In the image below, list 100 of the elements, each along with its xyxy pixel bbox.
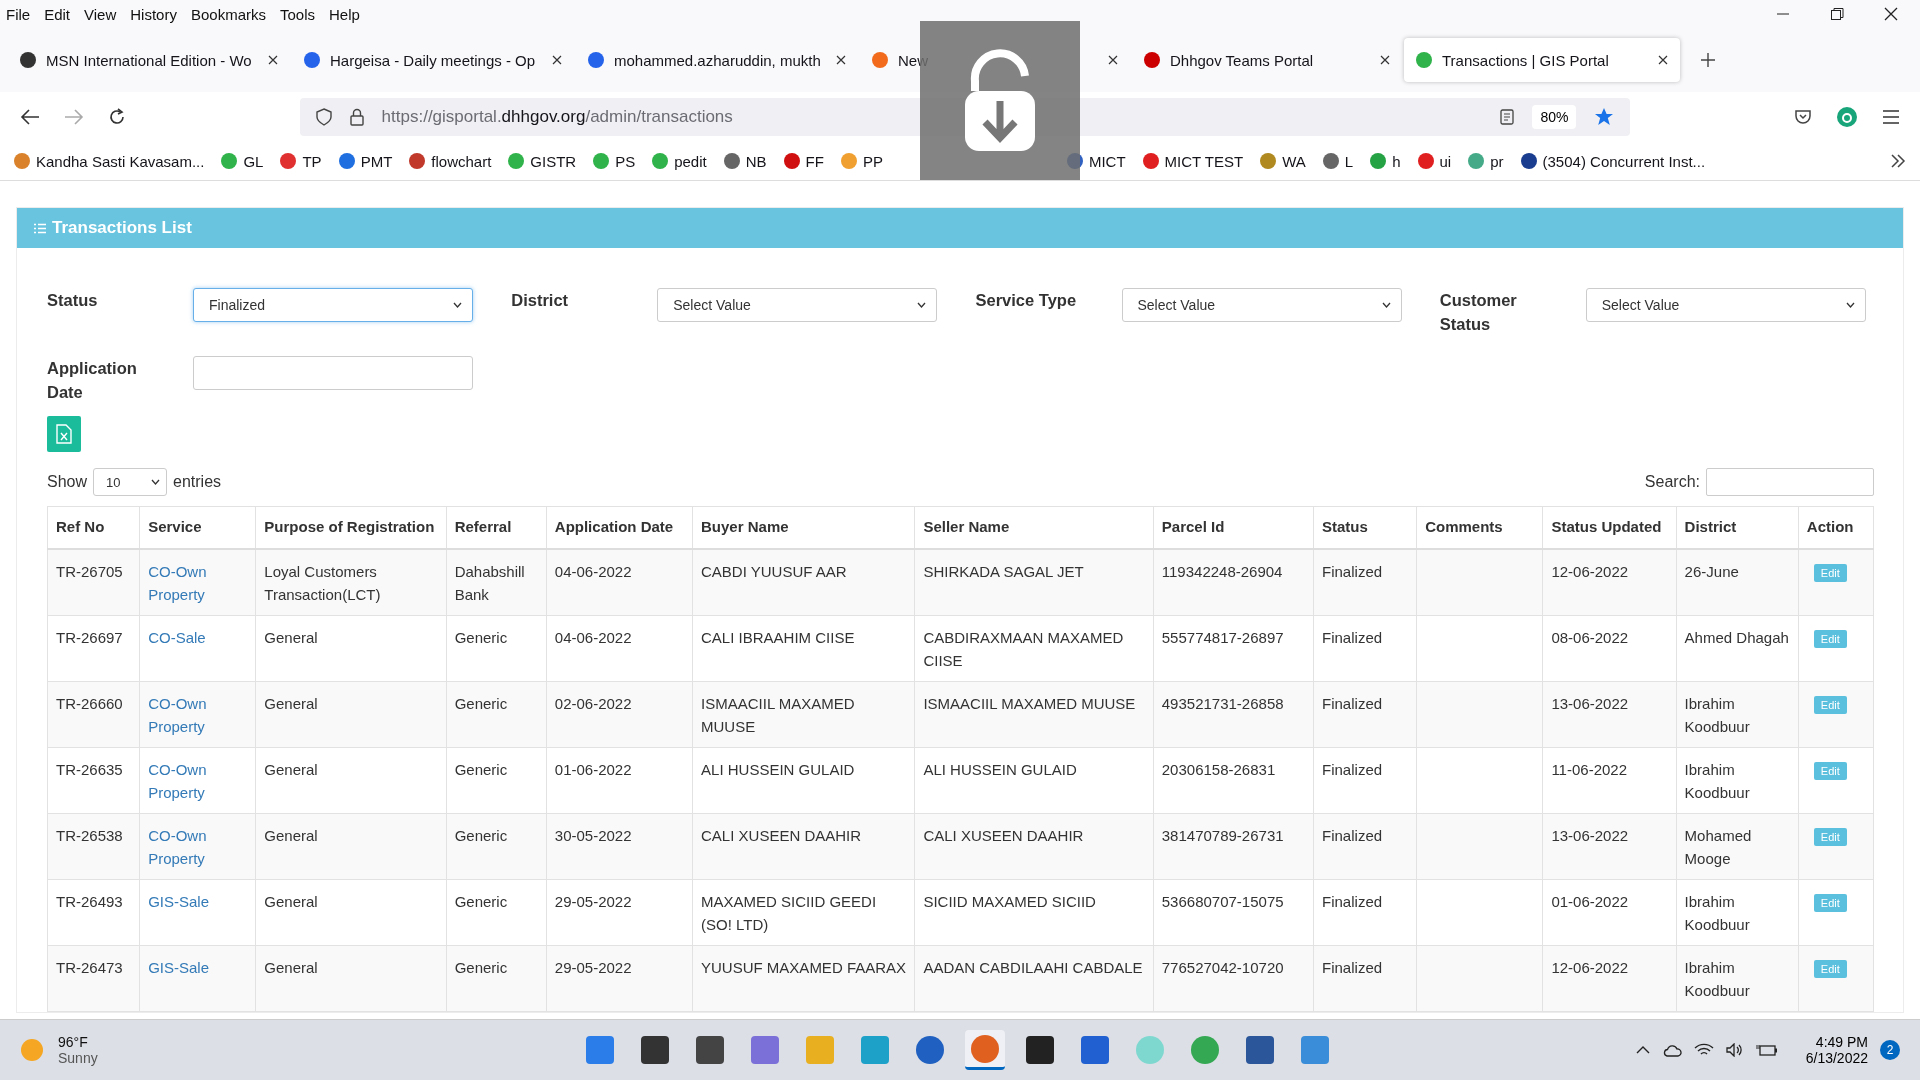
bookmark-icon (840, 153, 857, 169)
zoom-level[interactable]: 80% (1532, 105, 1577, 129)
table-cell: Finalized (1313, 945, 1417, 1012)
close-icon[interactable] (552, 55, 562, 65)
menu-icon[interactable] (1882, 109, 1900, 125)
bookmark-item[interactable]: h (1370, 152, 1401, 170)
bookmark-icon (14, 153, 30, 169)
wifi-icon[interactable] (1693, 1043, 1714, 1057)
close-icon[interactable] (268, 55, 278, 65)
table-cell: AADAN CABDILAAHI CABDALE (914, 945, 1154, 1012)
table-cell: 381470789-26731 (1153, 813, 1314, 880)
bookmark-item[interactable]: pr (1468, 152, 1504, 170)
menu-item[interactable]: Help (329, 5, 360, 23)
filter-label: Service Type (975, 290, 1078, 311)
table-cell: Ibrahim Koodbuur (1676, 747, 1799, 814)
browser-tab[interactable]: MSN International Edition - Wo (8, 38, 290, 82)
battery-icon[interactable] (1755, 1043, 1778, 1057)
table-cell: 536680707-15075 (1153, 879, 1314, 946)
bookmark-icon (409, 153, 426, 169)
bookmark-item[interactable]: TP (280, 152, 322, 170)
table-cell: Finalized (1313, 813, 1417, 880)
bookmark-item[interactable]: FF (783, 152, 824, 170)
table-cell: TR-26705 (47, 549, 140, 616)
bookmark-item[interactable]: WA (1260, 152, 1306, 170)
clock[interactable]: 4:49 PM 6/13/2022 (1805, 1034, 1868, 1066)
search-field[interactable] (1706, 468, 1874, 496)
chevron-up-icon[interactable] (1635, 1045, 1650, 1055)
bookmark-item[interactable]: PS (593, 152, 636, 170)
entries-label: entries (173, 473, 222, 491)
table-cell: TR-26538 (47, 813, 140, 880)
menu-item[interactable]: View (84, 5, 117, 23)
restore-icon[interactable] (1830, 7, 1844, 21)
bookmark-item[interactable]: PMT (338, 152, 393, 170)
bookmark-item[interactable]: ui (1417, 152, 1452, 170)
bookmark-item[interactable]: Kandha Sasti Kavasam... (14, 152, 205, 170)
table-cell: Finalized (1313, 615, 1417, 682)
table-cell: Generic (446, 615, 547, 682)
reader-view-icon[interactable] (1500, 109, 1515, 125)
close-icon[interactable] (1884, 7, 1898, 21)
dropdown[interactable]: Select Value (1121, 288, 1402, 322)
bookmark-item[interactable]: PP (840, 152, 883, 170)
chevron-icon[interactable] (1890, 154, 1906, 168)
browser-tab[interactable]: Dhhgov Teams Portal (1132, 38, 1402, 82)
bookmark-icon (1520, 153, 1537, 169)
table-cell: 11-06-2022 (1542, 747, 1677, 814)
menu-item[interactable]: File (6, 5, 31, 23)
bookmark-icon (783, 153, 800, 169)
bookmark-item[interactable]: flowchart (409, 152, 492, 170)
menu-item[interactable]: Bookmarks (190, 5, 266, 23)
volume-icon[interactable] (1725, 1043, 1744, 1057)
bookmark-icon (1322, 153, 1339, 169)
bookmark-item[interactable]: MICT TEST (1142, 152, 1244, 170)
caret-icon (453, 302, 462, 308)
back-arrow-icon[interactable] (20, 108, 40, 126)
dropdown[interactable]: Finalized (193, 288, 473, 322)
bookmark-icon (1370, 153, 1387, 169)
close-icon[interactable] (1380, 55, 1390, 65)
page-length-dropdown[interactable]: 10 (93, 468, 168, 496)
table-cell: SHIRKADA SAGAL JET (914, 549, 1154, 616)
favicon-icon (304, 52, 320, 68)
star-icon[interactable] (1594, 107, 1615, 127)
menu-item[interactable]: History (130, 5, 177, 23)
table-cell: Finalized (1313, 549, 1417, 616)
table-cell: ALI HUSSEIN GULAID (692, 747, 915, 814)
bookmark-item[interactable]: GL (221, 152, 264, 170)
notification-badge[interactable]: 2 (1880, 1040, 1900, 1060)
close-icon[interactable] (1108, 55, 1118, 65)
table-cell: Ibrahim Koodbuur (1676, 945, 1799, 1012)
shield-icon (315, 108, 332, 126)
bookmark-item[interactable]: L (1322, 152, 1354, 170)
account-icon[interactable] (1836, 106, 1859, 128)
pocket-icon[interactable] (1794, 108, 1813, 126)
table-cell: General (255, 615, 447, 682)
dropdown[interactable]: Select Value (657, 288, 938, 322)
filter-label: District (511, 290, 570, 311)
close-icon[interactable] (1658, 55, 1668, 65)
list-icon (34, 222, 46, 234)
browser-tab[interactable]: mohammed.azharuddin, mukth (576, 38, 858, 82)
bookmark-icon (593, 153, 610, 169)
bookmark-icon (1468, 153, 1485, 169)
bookmark-item[interactable]: (3504) Concurrent Inst... (1520, 152, 1706, 170)
bookmark-item[interactable]: NB (723, 152, 767, 170)
bookmark-item[interactable]: pedit (652, 152, 707, 170)
bookmark-item[interactable]: GISTR (508, 152, 577, 170)
menu-item[interactable]: Tools (280, 5, 315, 23)
browser-tab[interactable]: Transactions | GIS Portal (1404, 38, 1680, 82)
favicon-icon (20, 52, 36, 68)
bookmark-icon (723, 153, 740, 169)
date-input-field[interactable] (193, 356, 473, 390)
browser-tab[interactable]: Hargeisa - Daily meetings - Op (292, 38, 574, 82)
dropdown[interactable]: Select Value (1585, 288, 1866, 322)
cloud-icon[interactable] (1661, 1043, 1682, 1057)
reload-icon[interactable] (107, 108, 126, 126)
panel-title: Transactions List (52, 218, 192, 238)
menu-item[interactable]: Edit (44, 5, 71, 23)
table-cell: Mohamed Mooge (1676, 813, 1799, 880)
plus-icon[interactable] (1700, 52, 1716, 68)
sun-icon (20, 1038, 44, 1062)
table-cell: 555774817-26897 (1153, 615, 1314, 682)
close-icon[interactable] (836, 55, 846, 65)
